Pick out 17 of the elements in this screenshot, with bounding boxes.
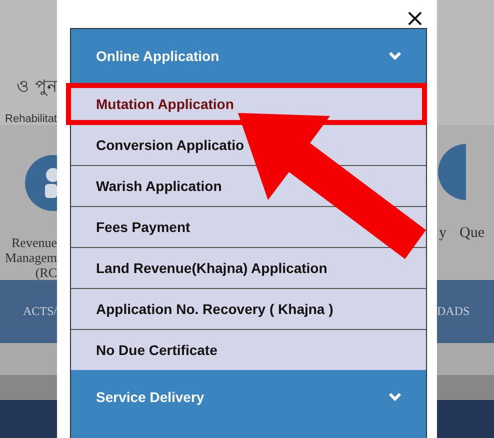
chevron-down-icon (388, 392, 402, 402)
site-title: ও পুন (16, 76, 57, 99)
tile-label: (RC (35, 265, 57, 280)
site-subtitle: Rehabilitat (5, 113, 57, 125)
chevron-down-icon (388, 51, 402, 61)
tile-label: y (439, 226, 446, 241)
menu-item[interactable]: Land Revenue(Khajna) Application (71, 247, 426, 288)
section-title: Service Delivery (96, 389, 204, 405)
nav-link[interactable]: ACTS/ (22, 304, 57, 319)
tile-label: Que (460, 226, 484, 241)
section-title: Online Application (96, 48, 220, 64)
menu-item[interactable]: No Due Certificate (71, 329, 426, 370)
menu-item[interactable]: Application No. Recovery ( Khajna ) (71, 288, 426, 329)
close-button[interactable]: × (402, 8, 427, 28)
tile-label: Revenue (12, 235, 57, 250)
nav-link[interactable]: DADS (437, 304, 470, 319)
tile-label: Managem (5, 250, 57, 265)
